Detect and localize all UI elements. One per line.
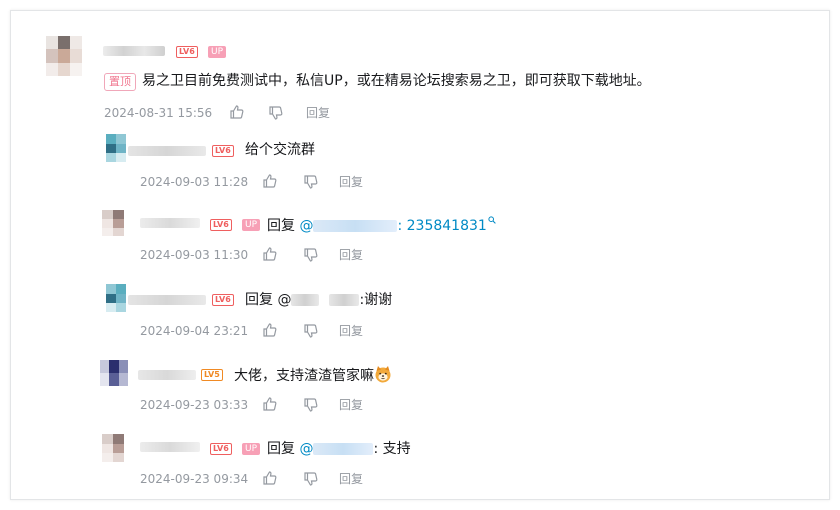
reply-content: 大佬，支持渣渣管家嘛 <box>234 365 392 385</box>
username[interactable] <box>140 442 200 452</box>
search-icon[interactable] <box>488 216 496 224</box>
reply-content: 回复 @ :谢谢 <box>245 291 392 309</box>
reply-time: 2024-09-03 11:28 <box>140 175 249 189</box>
level-badge: LV6 <box>176 46 198 58</box>
like-button[interactable] <box>230 105 244 119</box>
reply-content: 回复 @ : 支持 <box>267 440 411 458</box>
reply-prefix: 回复 @ <box>245 292 292 308</box>
avatar[interactable] <box>106 134 126 162</box>
level-badge: LV6 <box>210 219 232 231</box>
username[interactable] <box>128 295 206 305</box>
pinned-tag: 置顶 <box>104 73 136 91</box>
level-badge: LV5 <box>201 369 223 381</box>
reply-time: 2024-09-03 11:30 <box>140 248 249 262</box>
reply-button[interactable]: 回复 <box>339 175 363 189</box>
like-button[interactable] <box>263 174 277 188</box>
reply-text: 大佬，支持渣渣管家嘛 <box>234 368 374 384</box>
username[interactable] <box>138 370 196 380</box>
level-badge: LV6 <box>212 145 234 157</box>
reply-time: 2024-09-04 23:21 <box>140 324 249 338</box>
reply-text: :谢谢 <box>359 292 393 308</box>
dislike-button[interactable] <box>304 175 318 189</box>
mention-link[interactable]: @ <box>299 218 398 234</box>
reply-text: : 支持 <box>373 441 411 457</box>
username[interactable] <box>103 46 165 56</box>
level-badge: LV6 <box>210 443 232 455</box>
up-badge: UP <box>242 219 261 231</box>
comment-content: 易之卫目前免费测试中，私信UP，或在精易论坛搜索易之卫，即可获取下载地址。 <box>142 73 651 89</box>
thumbs-up-icon <box>263 247 277 261</box>
mention-at: @ <box>299 441 314 457</box>
avatar[interactable] <box>100 360 128 386</box>
thumbs-down-icon <box>304 324 318 338</box>
thumbs-down-icon <box>304 175 318 189</box>
level-badge: LV6 <box>212 294 234 306</box>
up-badge: UP <box>242 443 261 455</box>
avatar[interactable] <box>46 36 82 76</box>
thumbs-up-icon <box>263 174 277 188</box>
thumbs-down-icon <box>304 472 318 486</box>
dislike-button[interactable] <box>304 324 318 338</box>
thumbs-down-icon <box>304 398 318 412</box>
like-button[interactable] <box>263 247 277 261</box>
reply-content: 给个交流群 <box>245 142 315 158</box>
avatar[interactable] <box>102 434 124 462</box>
dog-emoji <box>375 366 391 383</box>
reply-button[interactable]: 回复 <box>339 472 363 486</box>
dislike-button[interactable] <box>304 472 318 486</box>
mention-at: @ <box>299 218 314 234</box>
reply-button[interactable]: 回复 <box>339 398 363 412</box>
thumbs-down-icon <box>304 248 318 262</box>
reply-content: 回复 @: 235841831 <box>267 216 496 235</box>
username[interactable] <box>140 218 200 228</box>
thumbs-down-icon <box>269 106 283 120</box>
like-button[interactable] <box>263 397 277 411</box>
dislike-button[interactable] <box>269 106 283 120</box>
reply-prefix: 回复 <box>267 441 300 457</box>
reply-button[interactable]: 回复 <box>339 324 363 338</box>
search-link[interactable]: 235841831 <box>407 218 487 234</box>
thumbs-up-icon <box>263 471 277 485</box>
comment-time: 2024-08-31 15:56 <box>104 106 213 120</box>
reply-prefix: 回复 <box>267 218 300 234</box>
mention-separator: : <box>397 218 407 234</box>
like-button[interactable] <box>263 471 277 485</box>
reply-button[interactable]: 回复 <box>306 106 330 120</box>
reply-button[interactable]: 回复 <box>339 248 363 262</box>
thumbs-up-icon <box>230 105 244 119</box>
dislike-button[interactable] <box>304 248 318 262</box>
reply-time: 2024-09-23 09:34 <box>140 472 249 486</box>
mention-link[interactable]: @ <box>299 441 374 457</box>
avatar[interactable] <box>106 284 126 312</box>
dislike-button[interactable] <box>304 398 318 412</box>
like-button[interactable] <box>263 323 277 337</box>
thumbs-up-icon <box>263 323 277 337</box>
avatar[interactable] <box>102 210 124 236</box>
username[interactable] <box>128 146 206 156</box>
up-badge: UP <box>208 46 227 58</box>
mention-link[interactable] <box>291 294 320 306</box>
reply-time: 2024-09-23 03:33 <box>140 398 249 412</box>
thumbs-up-icon <box>263 397 277 411</box>
